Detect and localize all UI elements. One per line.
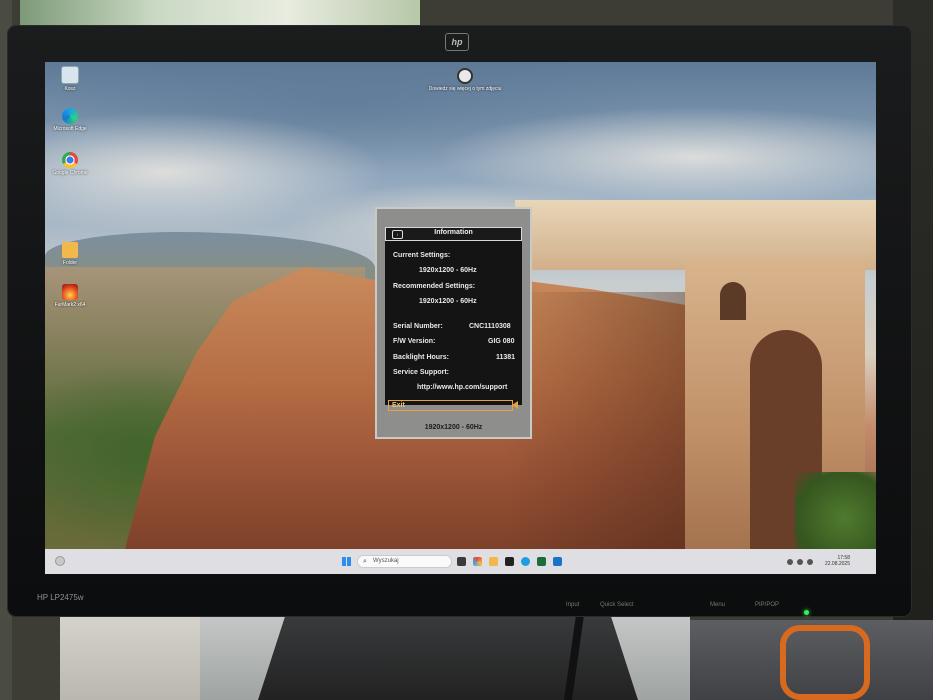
wallpaper-greenery bbox=[795, 472, 876, 549]
copilot-icon[interactable] bbox=[473, 557, 482, 566]
osd-serial-label: Serial Number: bbox=[393, 323, 443, 330]
widgets-icon[interactable] bbox=[55, 556, 65, 566]
hp-logo: hp bbox=[445, 33, 469, 51]
edge-icon bbox=[62, 108, 78, 124]
desktop-icon-label: Dowiedz się więcej o tym zdjęciu bbox=[428, 86, 502, 92]
osd-information-panel: i Information Current Settings: 1920x120… bbox=[375, 207, 532, 439]
osd-backlight-value: 11381 bbox=[496, 354, 516, 361]
osd-service-label: Service Support: bbox=[393, 369, 450, 376]
edge-taskbar-icon[interactable] bbox=[521, 557, 530, 566]
osd-footer-resolution: 1920x1200 - 60Hz bbox=[424, 424, 483, 431]
bezel-controls: Input Quick Select Menu PIP/POP bbox=[560, 602, 860, 612]
osd-exit-button[interactable]: Exit bbox=[388, 400, 513, 411]
network-icon[interactable] bbox=[787, 559, 793, 565]
osd-header: i Information bbox=[385, 227, 522, 241]
app-taskbar-icon[interactable] bbox=[537, 557, 546, 566]
osd-selection-arrow-icon bbox=[512, 401, 518, 409]
app2-taskbar-icon[interactable] bbox=[553, 557, 562, 566]
bezel-button-menu[interactable]: Menu bbox=[710, 602, 725, 608]
clock-date: 22.08.2025 bbox=[824, 561, 850, 567]
taskbar: ⌕ Wyszukaj 17:58 22.08.2025 bbox=[45, 549, 876, 574]
start-button-icon[interactable] bbox=[342, 557, 351, 566]
file-explorer-icon[interactable] bbox=[489, 557, 498, 566]
osd-recommended-settings-label: Recommended Settings: bbox=[393, 283, 476, 290]
taskbar-search-box[interactable]: ⌕ Wyszukaj bbox=[357, 555, 452, 568]
osd-fw-value: GIG 080 bbox=[488, 338, 515, 345]
desktop-icon-folder[interactable]: Folder bbox=[45, 242, 95, 266]
bezel-button-quick-select[interactable]: Quick Select bbox=[600, 602, 634, 608]
wallpaper-bridge-window bbox=[720, 282, 746, 320]
desktop-icon-edge[interactable]: Microsoft Edge bbox=[45, 108, 95, 132]
osd-recommended-settings-value: 1920x1200 - 60Hz bbox=[419, 298, 477, 305]
orange-strap bbox=[780, 625, 870, 700]
folder-icon bbox=[62, 242, 78, 258]
info-camera-icon bbox=[457, 68, 473, 84]
desktop-icon-label: Folder bbox=[62, 260, 78, 266]
osd-exit-label: Exit bbox=[392, 402, 405, 409]
desktop-icon-furmark[interactable]: FurMark2 x64 bbox=[45, 284, 95, 308]
task-view-icon[interactable] bbox=[457, 557, 466, 566]
desktop-icon-label: Google Chrome bbox=[52, 170, 88, 176]
volume-icon[interactable] bbox=[797, 559, 803, 565]
power-led[interactable] bbox=[804, 610, 809, 615]
osd-title: Information bbox=[434, 229, 473, 236]
osd-current-settings-label: Current Settings: bbox=[393, 252, 451, 259]
search-placeholder: Wyszukaj bbox=[373, 558, 399, 564]
desktop-icon-chrome[interactable]: Google Chrome bbox=[45, 152, 95, 176]
desk-surface bbox=[60, 612, 220, 700]
clock[interactable]: 17:58 22.08.2025 bbox=[820, 555, 850, 567]
osd-fw-label: F/W Version: bbox=[393, 338, 436, 345]
photo-scene: hp HP LP2475w Input Quick Select Menu PI… bbox=[0, 0, 933, 700]
desktop-icon-spotlight[interactable]: Dowiedz się więcej o tym zdjęciu bbox=[425, 68, 505, 92]
osd-current-settings-value: 1920x1200 - 60Hz bbox=[419, 267, 477, 274]
osd-serial-value: CNC1110308 bbox=[469, 323, 511, 330]
desktop-icon-label: Microsoft Edge bbox=[53, 126, 87, 132]
store-icon[interactable] bbox=[505, 557, 514, 566]
chrome-icon bbox=[62, 152, 78, 168]
wallpaper-cliff-shade bbox=[505, 292, 705, 549]
monitor-model-label: HP LP2475w bbox=[37, 593, 84, 602]
osd-service-value: http://www.hp.com/support bbox=[417, 384, 508, 391]
desktop-icon-label: Kosz bbox=[64, 86, 76, 92]
recycle-bin-icon bbox=[61, 66, 79, 84]
desktop-icon-label: FurMark2 x64 bbox=[54, 302, 86, 308]
bezel-button-input[interactable]: Input bbox=[566, 602, 579, 608]
bezel-button-pip-pop[interactable]: PIP/POP bbox=[755, 602, 779, 608]
furmark-icon bbox=[62, 284, 78, 300]
search-icon: ⌕ bbox=[363, 558, 367, 565]
osd-backlight-label: Backlight Hours: bbox=[393, 354, 450, 361]
battery-icon[interactable] bbox=[807, 559, 813, 565]
desktop-icon-recycle-bin[interactable]: Kosz bbox=[45, 66, 95, 92]
